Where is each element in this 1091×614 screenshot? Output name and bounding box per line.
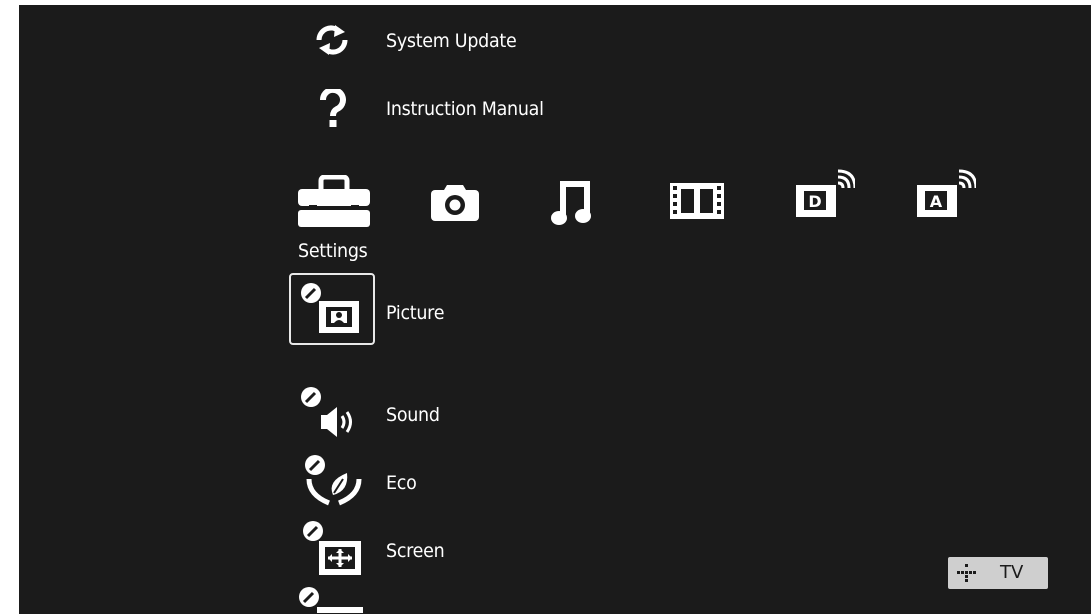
digital-badge-text: D <box>808 192 821 211</box>
sound-settings-icon <box>299 385 361 441</box>
analog-broadcast-icon[interactable]: A <box>914 169 976 221</box>
film-strip-icon[interactable] <box>669 181 725 221</box>
tv-home-menu: System Update Instruction Manual Setting… <box>19 5 1091 614</box>
tv-input-dots-icon <box>955 563 977 583</box>
camera-icon[interactable] <box>430 183 480 223</box>
category-settings-label: Settings <box>298 240 368 262</box>
menu-item-system-update[interactable]: System Update <box>386 29 517 53</box>
tv-input-label: TV <box>1000 562 1024 583</box>
digital-broadcast-icon[interactable]: D <box>793 169 855 221</box>
settings-item-screen[interactable]: Screen <box>386 539 445 563</box>
question-mark-icon <box>319 89 347 129</box>
settings-item-eco[interactable]: Eco <box>386 471 417 495</box>
refresh-arrows-icon <box>311 23 353 57</box>
tv-input-badge: TV <box>948 557 1048 589</box>
eco-settings-icon <box>303 453 365 509</box>
settings-item-picture[interactable]: Picture <box>386 301 444 325</box>
toolbox-icon[interactable] <box>296 175 372 229</box>
more-settings-icon <box>297 585 367 614</box>
screen-settings-icon <box>301 519 363 577</box>
picture-settings-icon <box>299 281 361 337</box>
menu-item-instruction-manual[interactable]: Instruction Manual <box>386 97 544 121</box>
music-note-icon[interactable] <box>550 177 596 227</box>
analog-badge-text: A <box>930 192 943 211</box>
settings-item-sound[interactable]: Sound <box>386 403 440 427</box>
